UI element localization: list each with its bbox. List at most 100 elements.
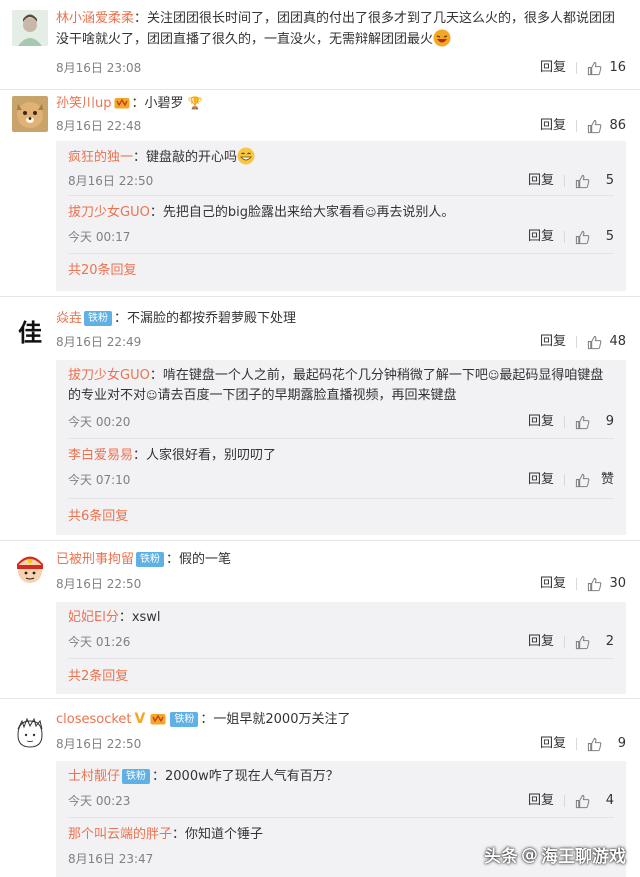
- comment-meta: 8月16日 22:50 回复 30: [56, 574, 626, 594]
- like-count: 5: [605, 229, 614, 244]
- divider: [564, 416, 565, 428]
- divider: [564, 474, 565, 486]
- reply-body: 拔刀少女GUO：啃在键盘一个人之前，最起码花个几分钟稍微了解一下吧☺最起码显得咱…: [68, 366, 614, 406]
- thumbs-up-icon: [575, 415, 590, 429]
- like-button[interactable]: 30: [587, 574, 626, 594]
- reply-body: 妃妃El分：xswl: [68, 608, 614, 628]
- reply-meta: 今天 00:17 回复 5: [68, 227, 614, 247]
- comment-text: ：关注团团很长时间了，团团真的付出了很多才到了几天这么火的，很多人都说团团: [134, 11, 616, 26]
- avatar[interactable]: [12, 715, 48, 751]
- comment-actions: 回复 86: [540, 116, 626, 136]
- trophy-emoji-icon: 🏆: [187, 96, 203, 110]
- grinning-emoji-icon: [237, 147, 255, 165]
- reply-time: 今天 00:23: [68, 794, 131, 808]
- like-count: 2: [605, 634, 614, 649]
- reply-button[interactable]: 回复: [528, 791, 554, 811]
- reply-button[interactable]: 回复: [528, 470, 554, 490]
- reply-text: ：2000w咋了现在人气有百万？: [152, 769, 339, 784]
- reply-text-line2: 的专业对不对: [68, 388, 147, 403]
- reply-divider: [68, 253, 614, 254]
- comment-text: ：假的一笔: [166, 552, 232, 567]
- like-button[interactable]: 48: [587, 332, 626, 352]
- thumbs-up-icon: [587, 577, 602, 591]
- reply-username[interactable]: 拔刀少女GUO: [68, 205, 150, 220]
- comment-meta: 8月16日 22:48 回复 86: [56, 116, 626, 136]
- reply-button[interactable]: 回复: [540, 734, 566, 754]
- reply-text-cont: 最起码显得咱键盘: [499, 368, 604, 383]
- reply-username[interactable]: 妃妃El分: [68, 610, 119, 625]
- reply-button[interactable]: 回复: [540, 116, 566, 136]
- thumbs-up-icon: [587, 335, 602, 349]
- smile-emoji-icon: ☺: [487, 369, 500, 382]
- reply-time: 今天 01:26: [68, 635, 131, 649]
- reply-text: ：你知道个锤子: [172, 827, 264, 842]
- reply-button[interactable]: 回复: [528, 227, 554, 247]
- avatar[interactable]: [12, 96, 48, 132]
- username[interactable]: 焱垚: [56, 311, 82, 326]
- reply-meta: 今天 00:20 回复 9: [68, 412, 614, 432]
- username[interactable]: 已被刑事拘留: [56, 552, 134, 567]
- username[interactable]: 林小涵爱柔柔: [56, 11, 134, 26]
- reply-button[interactable]: 回复: [528, 632, 554, 652]
- like-button[interactable]: 4: [575, 791, 614, 811]
- comment-body: closesocket V 铁粉 ：一姐早就2000万关注了: [56, 709, 626, 730]
- reply-actions: 回复 2: [528, 632, 614, 652]
- like-button[interactable]: 86: [587, 116, 626, 136]
- comment-text: ：一姐早就2000万关注了: [200, 712, 351, 727]
- reply-button[interactable]: 回复: [540, 332, 566, 352]
- watermark-name: 海王聊游戏: [541, 847, 626, 867]
- like-count: 9: [605, 414, 614, 429]
- reply-meta: 今天 01:26 回复 2: [68, 632, 614, 652]
- comment-time: 8月16日 22:49: [56, 335, 142, 349]
- comment-item: 林小涵爱柔柔：关注团团很长时间了，团团真的付出了很多才到了几天这么火的，很多人都…: [0, 0, 640, 90]
- reply-time: 今天 07:10: [68, 473, 131, 487]
- fan-badge: 铁粉: [170, 712, 199, 727]
- more-replies-link[interactable]: 共20条回复: [68, 261, 137, 281]
- divider: [576, 578, 577, 590]
- reply-button[interactable]: 回复: [528, 171, 554, 191]
- reply-text: ：xswl: [118, 610, 161, 625]
- thumbs-up-icon: [587, 61, 602, 75]
- reply-actions: 回复 4: [528, 791, 614, 811]
- reply-username[interactable]: 李白爱易易: [68, 448, 133, 463]
- like-button[interactable]: 2: [575, 632, 614, 652]
- reply-body: 疯狂的独一：键盘敲的开心吗: [68, 147, 614, 168]
- reply-username[interactable]: 疯狂的独一: [68, 150, 133, 165]
- thumbs-up-icon: [575, 174, 590, 188]
- like-button[interactable]: 5: [575, 227, 614, 247]
- comment-text: ：不漏脸的都按乔碧萝殿下处理: [114, 311, 297, 326]
- thumbs-up-icon: [575, 473, 590, 487]
- reply-list: 拔刀少女GUO：啃在键盘一个人之前，最起码花个几分钟稍微了解一下吧☺最起码显得咱…: [56, 360, 626, 535]
- reply-button[interactable]: 回复: [528, 412, 554, 432]
- divider: [576, 120, 577, 132]
- reply-list: 疯狂的独一：键盘敲的开心吗 8月16日 22:50 回复 5 拔刀少女GUO：先…: [56, 141, 626, 291]
- reply-username[interactable]: 士村靓仔: [68, 769, 120, 784]
- vip-crown-icon: [114, 95, 130, 109]
- like-button[interactable]: 9: [587, 734, 626, 754]
- reply-divider: [68, 498, 614, 499]
- avatar[interactable]: 佳: [12, 313, 48, 349]
- avatar[interactable]: [12, 551, 48, 587]
- reply-button[interactable]: 回复: [540, 574, 566, 594]
- divider: [564, 175, 565, 187]
- like-button[interactable]: 赞: [575, 470, 614, 490]
- avatar[interactable]: [12, 10, 48, 46]
- comment-meta: 8月16日 23:08 回复 16: [56, 58, 626, 78]
- like-button[interactable]: 5: [575, 171, 614, 191]
- more-replies-link[interactable]: 共2条回复: [68, 667, 128, 687]
- reply-username[interactable]: 那个叫云端的胖子: [68, 827, 172, 842]
- thumbs-up-icon: [575, 794, 590, 808]
- reply-username[interactable]: 拔刀少女GUO: [68, 368, 150, 383]
- reply-text: ：键盘敲的开心吗: [133, 150, 238, 165]
- comment-time: 8月16日 22:50: [56, 577, 142, 591]
- comment-time: 8月16日 22:50: [56, 737, 142, 751]
- more-replies-link[interactable]: 共6条回复: [68, 507, 128, 527]
- username[interactable]: 孙笑川up: [56, 96, 112, 111]
- like-button[interactable]: 16: [587, 58, 626, 78]
- thumbs-up-icon: [587, 737, 602, 751]
- like-count: 9: [617, 736, 626, 751]
- like-button[interactable]: 9: [575, 412, 614, 432]
- reply-body: 李白爱易易：人家很好看，别叨叨了: [68, 446, 614, 466]
- reply-button[interactable]: 回复: [540, 58, 566, 78]
- username[interactable]: closesocket: [56, 712, 132, 727]
